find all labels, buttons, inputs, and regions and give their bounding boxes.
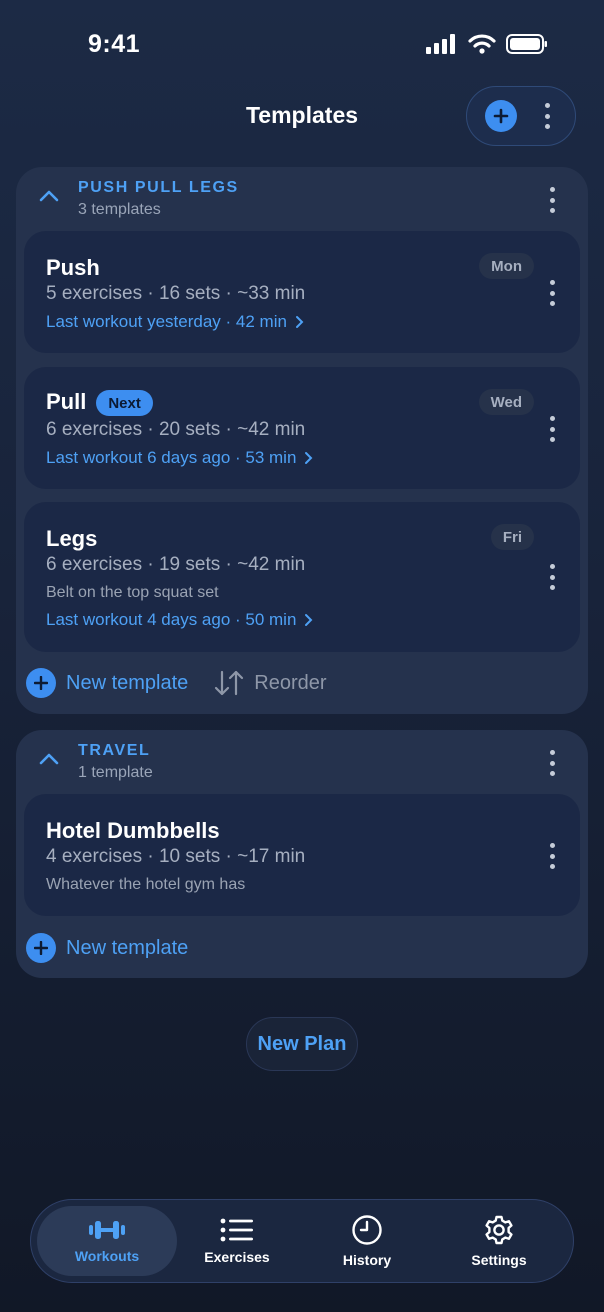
tab-bar: Workouts Exercises History Settings bbox=[30, 1199, 574, 1283]
group-count: 1 template bbox=[78, 764, 153, 781]
chevron-right-icon bbox=[305, 614, 313, 626]
template-note: Belt on the top squat set bbox=[46, 584, 219, 601]
template-card-legs[interactable]: Legs 6 exercises · 19 sets · ~42 min Bel… bbox=[24, 502, 580, 652]
cellular-signal-icon bbox=[426, 34, 455, 54]
template-title: Hotel Dumbbells bbox=[46, 818, 220, 843]
group-name: PUSH PULL LEGS bbox=[78, 179, 239, 196]
group-more-button[interactable] bbox=[542, 183, 562, 217]
tab-history[interactable]: History bbox=[311, 1206, 423, 1276]
last-workout-label: Last workout yesterday · 42 min bbox=[46, 312, 287, 331]
next-badge: Next bbox=[96, 390, 153, 417]
new-template-button[interactable]: New template bbox=[26, 933, 188, 963]
group-name: TRAVEL bbox=[78, 742, 151, 759]
more-options-button[interactable] bbox=[537, 99, 557, 133]
list-icon bbox=[220, 1218, 253, 1242]
chevron-up-icon[interactable] bbox=[38, 752, 60, 766]
add-button[interactable] bbox=[485, 100, 517, 132]
tab-exercises[interactable]: Exercises bbox=[181, 1206, 293, 1276]
template-meta: 6 exercises · 20 sets · ~42 min bbox=[46, 419, 306, 440]
template-group-push-pull-legs: PUSH PULL LEGS 3 templates Push 5 exerci… bbox=[16, 167, 588, 714]
wifi-icon bbox=[468, 34, 496, 54]
reorder-button[interactable]: Reorder bbox=[212, 668, 327, 698]
header-actions bbox=[466, 86, 576, 146]
chevron-up-icon[interactable] bbox=[38, 189, 60, 203]
template-group-travel: TRAVEL 1 template Hotel Dumbbells 4 exer… bbox=[16, 730, 588, 978]
last-workout-link[interactable]: Last workout 6 days ago · 53 min bbox=[46, 448, 313, 468]
header: Templates bbox=[0, 84, 604, 148]
tab-label: History bbox=[342, 1252, 392, 1268]
group-header[interactable]: PUSH PULL LEGS 3 templates bbox=[16, 167, 588, 229]
template-card-push[interactable]: Push 5 exercises · 16 sets · ~33 min Las… bbox=[24, 231, 580, 353]
reorder-label: Reorder bbox=[254, 671, 327, 694]
new-template-label: New template bbox=[66, 936, 189, 959]
last-workout-link[interactable]: Last workout yesterday · 42 min bbox=[46, 312, 304, 332]
plus-circle-icon bbox=[26, 933, 56, 963]
last-workout-label: Last workout 4 days ago · 50 min bbox=[46, 610, 297, 629]
tab-settings[interactable]: Settings bbox=[443, 1206, 555, 1276]
template-title: Pull bbox=[46, 389, 87, 414]
chevron-right-icon bbox=[295, 316, 304, 328]
template-more-button[interactable] bbox=[542, 276, 562, 310]
status-bar: 9:41 bbox=[0, 0, 604, 90]
tab-label: Settings bbox=[471, 1252, 527, 1268]
template-card-hotel-dumbbells[interactable]: Hotel Dumbbells 4 exercises · 10 sets · … bbox=[24, 794, 580, 916]
reorder-arrows-icon bbox=[215, 670, 244, 696]
new-plan-button[interactable]: New Plan bbox=[246, 1017, 358, 1071]
day-badge: Wed bbox=[478, 389, 534, 415]
template-meta: 6 exercises · 19 sets · ~42 min bbox=[46, 554, 306, 575]
battery-icon bbox=[506, 34, 547, 54]
template-more-button[interactable] bbox=[542, 839, 562, 873]
new-template-button[interactable]: New template bbox=[26, 668, 188, 698]
group-header[interactable]: TRAVEL 1 template bbox=[16, 730, 588, 792]
template-meta: 5 exercises · 16 sets · ~33 min bbox=[46, 283, 306, 304]
dumbbell-icon bbox=[89, 1221, 125, 1239]
template-more-button[interactable] bbox=[542, 412, 562, 446]
template-meta: 4 exercises · 10 sets · ~17 min bbox=[46, 846, 306, 867]
group-more-button[interactable] bbox=[542, 746, 562, 780]
new-template-label: New template bbox=[66, 671, 189, 694]
group-footer: New template bbox=[26, 933, 188, 963]
tab-label: Workouts bbox=[74, 1248, 140, 1264]
tab-workouts[interactable]: Workouts bbox=[37, 1206, 177, 1276]
template-title-row: Pull Next bbox=[46, 389, 153, 417]
template-card-pull[interactable]: Pull Next 6 exercises · 20 sets · ~42 min… bbox=[24, 367, 580, 489]
plus-circle-icon bbox=[26, 668, 56, 698]
status-time: 9:41 bbox=[88, 30, 141, 58]
gear-icon bbox=[485, 1215, 513, 1245]
group-footer: New template Reorder bbox=[26, 668, 327, 698]
last-workout-link[interactable]: Last workout 4 days ago · 50 min bbox=[46, 610, 313, 630]
day-badge: Mon bbox=[479, 253, 534, 279]
template-more-button[interactable] bbox=[542, 560, 562, 594]
day-badge: Fri bbox=[490, 524, 534, 550]
template-title: Push bbox=[46, 255, 100, 280]
plus-icon bbox=[493, 108, 509, 124]
last-workout-label: Last workout 6 days ago · 53 min bbox=[46, 448, 297, 467]
status-icons bbox=[426, 34, 548, 54]
chevron-right-icon bbox=[305, 452, 313, 464]
group-count: 3 templates bbox=[78, 201, 161, 218]
template-title: Legs bbox=[46, 526, 98, 551]
template-note: Whatever the hotel gym has bbox=[46, 876, 246, 893]
clock-icon bbox=[352, 1215, 382, 1245]
tab-label: Exercises bbox=[204, 1249, 270, 1265]
